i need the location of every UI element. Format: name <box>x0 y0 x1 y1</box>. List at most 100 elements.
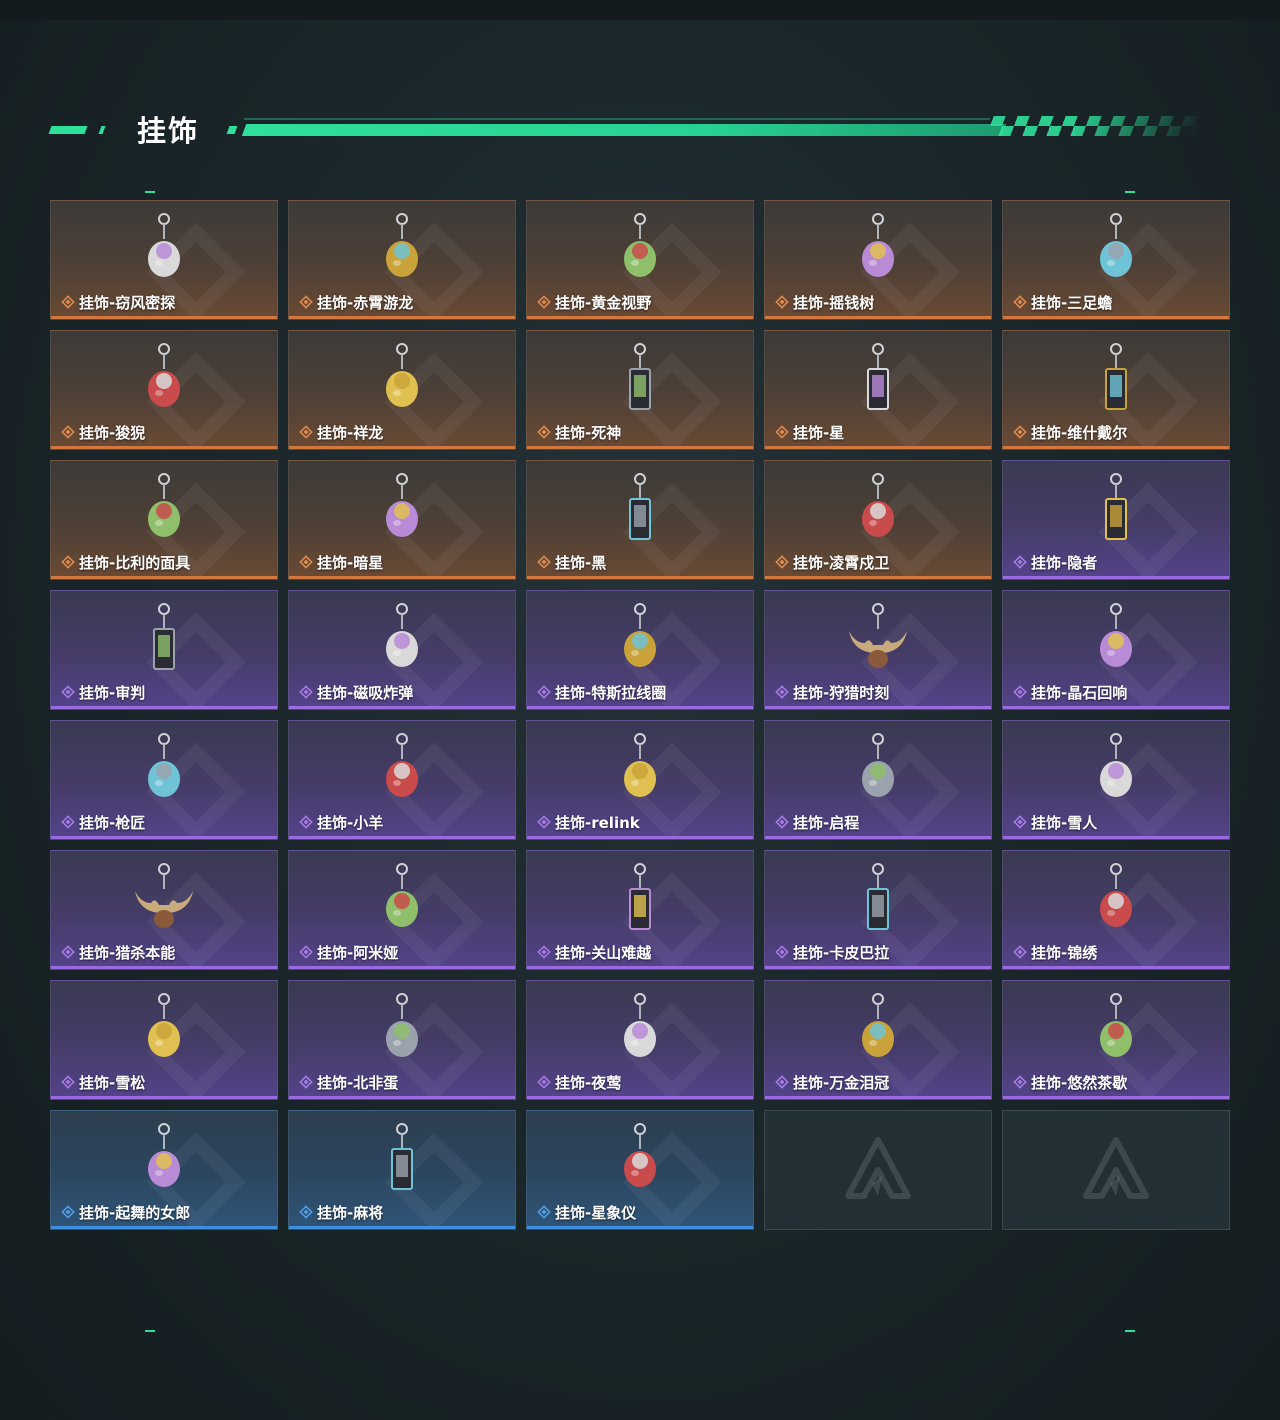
charm-card[interactable]: 挂饰-狩猎时刻 <box>764 590 992 710</box>
charm-card[interactable]: 挂饰-起舞的女郎 <box>50 1110 278 1230</box>
charm-name: 挂饰-雪松 <box>79 1073 146 1092</box>
charm-card[interactable]: 挂饰-万金泪冠 <box>764 980 992 1100</box>
card-label: 挂饰-维什戴尔 <box>1013 423 1127 442</box>
rarity-diamond-icon <box>299 425 313 439</box>
rarity-diamond-icon <box>299 945 313 959</box>
charm-card[interactable]: 挂饰-凌霄戍卫 <box>764 460 992 580</box>
pine-tree-charm-icon <box>148 993 180 1057</box>
charm-card[interactable]: 挂饰-枪匠 <box>50 720 278 840</box>
card-label: 挂饰-relink <box>537 813 640 832</box>
charm-card[interactable]: 挂饰-维什戴尔 <box>1002 330 1230 450</box>
tag-charm-icon <box>1105 343 1127 410</box>
rarity-bar <box>527 1226 753 1229</box>
charm-grid: 挂饰-窃风密探 挂饰-赤霄游龙 挂饰-黄金视野 挂饰-摇钱树 挂饰-三足蟾 挂饰-狻猊 挂饰… <box>50 200 1230 1230</box>
empty-slot[interactable] <box>1002 1110 1230 1230</box>
card-label: 挂饰-启程 <box>775 813 860 832</box>
card-label: 挂饰-夜莺 <box>537 1073 621 1092</box>
charm-card[interactable]: 挂饰-雪人 <box>1002 720 1230 840</box>
charm-card[interactable]: 挂饰-窃风密探 <box>50 200 278 320</box>
rarity-bar <box>289 576 515 579</box>
charm-name: 挂饰-星 <box>793 423 845 442</box>
charm-card[interactable]: 挂饰-悠然茶歇 <box>1002 980 1230 1100</box>
rarity-diamond-icon <box>61 945 75 959</box>
charm-card[interactable]: 挂饰-relink <box>526 720 754 840</box>
rarity-diamond-icon <box>61 685 75 699</box>
rarity-bar <box>1003 446 1229 449</box>
charm-card[interactable]: 挂饰-小羊 <box>288 720 516 840</box>
charm-card[interactable]: 挂饰-审判 <box>50 590 278 710</box>
rarity-diamond-icon <box>775 815 789 829</box>
charm-card[interactable]: 挂饰-雪松 <box>50 980 278 1100</box>
compass-charm-icon <box>862 733 894 797</box>
rarity-diamond-icon <box>299 555 313 569</box>
amiya-charm-icon <box>386 863 418 927</box>
charm-card[interactable]: 挂饰-三足蟾 <box>1002 200 1230 320</box>
dancer-charm-icon <box>148 1123 180 1187</box>
card-label: 挂饰-关山难越 <box>537 943 651 962</box>
rarity-bar <box>765 316 991 319</box>
charm-card[interactable]: 挂饰-猎杀本能 <box>50 850 278 970</box>
hermit-card-charm-icon <box>1105 473 1127 540</box>
charm-card[interactable]: 挂饰-星 <box>764 330 992 450</box>
charm-card[interactable]: 挂饰-特斯拉线圈 <box>526 590 754 710</box>
charm-card[interactable]: 挂饰-黄金视野 <box>526 200 754 320</box>
rarity-bar <box>51 576 277 579</box>
rarity-bar <box>51 706 277 709</box>
rarity-diamond-icon <box>1013 555 1027 569</box>
charm-card[interactable]: 挂饰-夜莺 <box>526 980 754 1100</box>
charm-card[interactable]: 挂饰-黑 <box>526 460 754 580</box>
charm-name: 挂饰-审判 <box>79 683 146 702</box>
rarity-diamond-icon <box>775 425 789 439</box>
moose-antler-charm-icon <box>849 603 907 668</box>
charm-card[interactable]: 挂饰-暗星 <box>288 460 516 580</box>
charm-card[interactable]: 挂饰-祥龙 <box>288 330 516 450</box>
header-accent-left-small <box>98 126 106 134</box>
gunsmith-charm-icon <box>148 733 180 797</box>
charm-card[interactable]: 挂饰-隐者 <box>1002 460 1230 580</box>
charm-card[interactable]: 挂饰-赤霄游龙 <box>288 200 516 320</box>
rarity-bar <box>289 706 515 709</box>
charm-card[interactable]: 挂饰-磁吸炸弹 <box>288 590 516 710</box>
charm-card[interactable]: 挂饰-北非蛋 <box>288 980 516 1100</box>
card-label: 挂饰-比利的面具 <box>61 553 190 572</box>
mahjong-charm-icon <box>391 1123 413 1190</box>
charm-name: 挂饰-启程 <box>793 813 860 832</box>
card-label: 挂饰-凌霄戍卫 <box>775 553 889 572</box>
rarity-diamond-icon <box>537 295 551 309</box>
card-label: 挂饰-卡皮巴拉 <box>775 943 889 962</box>
magnetic-bomb-charm-icon <box>386 603 418 667</box>
card-label: 挂饰-万金泪冠 <box>775 1073 889 1092</box>
rarity-diamond-icon <box>1013 685 1027 699</box>
charm-card[interactable]: 挂饰-摇钱树 <box>764 200 992 320</box>
charm-card[interactable]: 挂饰-阿米娅 <box>288 850 516 970</box>
charm-name: 挂饰-relink <box>555 813 640 832</box>
toad-charm-icon <box>1100 213 1132 277</box>
rarity-diamond-icon <box>537 945 551 959</box>
charm-name: 挂饰-死神 <box>555 423 622 442</box>
charm-card[interactable]: 挂饰-星象仪 <box>526 1110 754 1230</box>
charm-name: 挂饰-星象仪 <box>555 1203 637 1222</box>
charm-card[interactable]: 挂饰-关山难越 <box>526 850 754 970</box>
charm-card[interactable]: 挂饰-死神 <box>526 330 754 450</box>
rarity-bar <box>527 966 753 969</box>
yellow-bar-charm-icon <box>629 863 651 930</box>
charm-card[interactable]: 挂饰-卡皮巴拉 <box>764 850 992 970</box>
charm-card[interactable]: 挂饰-狻猊 <box>50 330 278 450</box>
rabbit-charm-icon <box>148 213 180 277</box>
rarity-bar <box>51 316 277 319</box>
charm-name: 挂饰-北非蛋 <box>317 1073 399 1092</box>
card-label: 挂饰-悠然茶歇 <box>1013 1073 1128 1092</box>
charm-card[interactable]: 挂饰-锦绣 <box>1002 850 1230 970</box>
rarity-diamond-icon <box>61 295 75 309</box>
rarity-diamond-icon <box>299 295 313 309</box>
empty-slot[interactable] <box>764 1110 992 1230</box>
charm-card[interactable]: 挂饰-启程 <box>764 720 992 840</box>
card-label: 挂饰-审判 <box>61 683 146 702</box>
charm-card[interactable]: 挂饰-晶石回响 <box>1002 590 1230 710</box>
charm-name: 挂饰-枪匠 <box>79 813 146 832</box>
charm-card[interactable]: 挂饰-麻将 <box>288 1110 516 1230</box>
rarity-diamond-icon <box>1013 815 1027 829</box>
charm-name: 挂饰-悠然茶歇 <box>1031 1073 1128 1092</box>
rarity-bar <box>527 316 753 319</box>
charm-card[interactable]: 挂饰-比利的面具 <box>50 460 278 580</box>
